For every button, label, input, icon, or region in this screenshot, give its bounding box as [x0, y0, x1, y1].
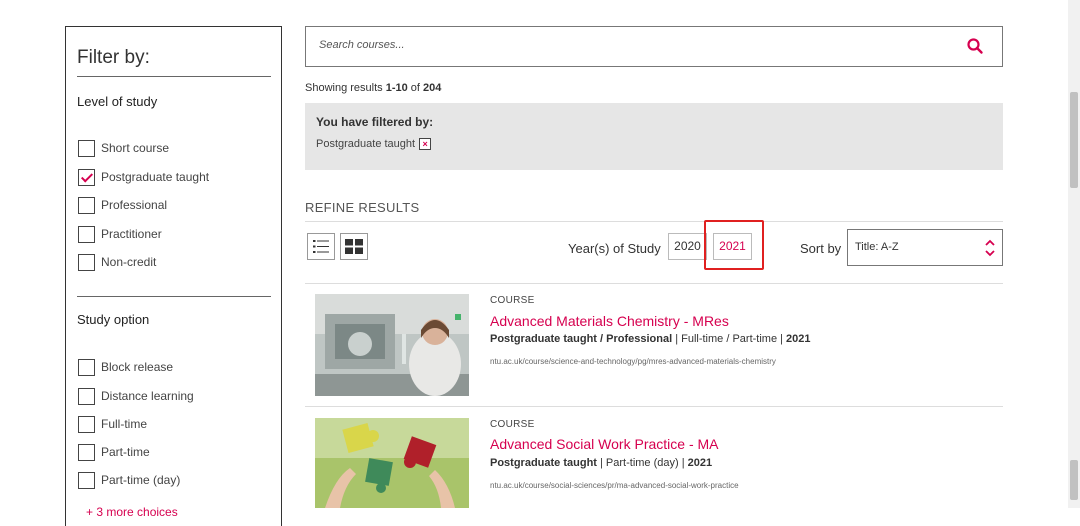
checkbox[interactable]	[78, 139, 95, 157]
filter-full-time[interactable]: Full-time	[78, 414, 147, 434]
results-of: of	[407, 82, 424, 94]
scrollbar-thumb[interactable]	[1070, 92, 1078, 188]
course-title-link[interactable]: Advanced Materials Chemistry - MRes	[490, 313, 729, 329]
checkbox[interactable]	[78, 387, 95, 405]
checkbox-label: Practitioner	[101, 227, 162, 241]
course-meta: Postgraduate taught | Part-time (day) | …	[490, 457, 712, 469]
filter-practitioner[interactable]: Practitioner	[78, 224, 162, 244]
sort-select[interactable]: Title: A-Z	[847, 229, 1003, 266]
remove-filter-icon[interactable]: ×	[419, 138, 432, 150]
grid-icon	[345, 239, 363, 254]
course-level: Postgraduate taught	[490, 457, 597, 469]
checkbox[interactable]	[78, 415, 95, 433]
year-2020-button[interactable]: 2020	[668, 233, 707, 260]
course-mode: | Part-time (day) |	[596, 457, 688, 469]
course-year: 2021	[786, 333, 811, 345]
filter-postgraduate-taught[interactable]: Postgraduate taught	[78, 167, 209, 187]
search-bar[interactable]	[305, 26, 1003, 67]
filter-short-course[interactable]: Short course	[78, 138, 169, 158]
results-prefix: Showing results	[305, 82, 386, 94]
active-filters-panel: You have filtered by: Postgraduate taugh…	[305, 103, 1003, 170]
course-type-label: COURSE	[490, 419, 535, 430]
checkbox-label: Block release	[101, 360, 174, 374]
checkbox[interactable]	[78, 225, 95, 243]
divider	[305, 283, 1003, 284]
checkbox[interactable]	[78, 253, 95, 271]
active-filter-chip: Postgraduate taught ×	[316, 138, 432, 150]
results-total: 204	[423, 82, 442, 94]
divider	[77, 296, 271, 297]
level-of-study-heading: Level of study	[77, 94, 158, 109]
search-icon[interactable]	[966, 37, 984, 55]
checkbox[interactable]	[78, 471, 95, 489]
checkbox-label: Distance learning	[101, 389, 194, 403]
list-view-button[interactable]	[307, 233, 335, 260]
filter-part-time[interactable]: Part-time	[78, 442, 150, 462]
active-filters-title: You have filtered by:	[316, 115, 434, 129]
divider	[305, 406, 1003, 407]
checkbox[interactable]	[78, 196, 95, 214]
study-option-heading: Study option	[77, 312, 150, 327]
checkbox-label: Non-credit	[101, 255, 157, 269]
refine-results-heading: REFINE RESULTS	[305, 200, 420, 215]
filter-distance-learning[interactable]: Distance learning	[78, 386, 194, 406]
filter-part-time-day[interactable]: Part-time (day)	[78, 470, 180, 490]
course-url[interactable]: ntu.ac.uk/course/social-sciences/pr/ma-a…	[490, 481, 739, 490]
checkbox-label: Short course	[101, 141, 170, 155]
filter-non-credit[interactable]: Non-credit	[78, 252, 156, 272]
puzzle-pieces-image	[315, 418, 469, 508]
list-icon	[313, 240, 329, 253]
course-mode: | Full-time / Part-time |	[672, 333, 787, 345]
course-meta: Postgraduate taught / Professional | Ful…	[490, 333, 811, 345]
checkbox-label: Postgraduate taught	[101, 170, 210, 184]
course-title-link[interactable]: Advanced Social Work Practice - MA	[490, 436, 719, 452]
course-type-label: COURSE	[490, 295, 535, 306]
course-url[interactable]: ntu.ac.uk/course/science-and-technology/…	[490, 357, 776, 366]
highlight-annotation	[704, 220, 764, 270]
chemistry-lab-image	[315, 294, 469, 396]
course-level: Postgraduate taught / Professional	[490, 333, 673, 345]
filter-block-release[interactable]: Block release	[78, 357, 173, 377]
checkbox-label: Professional	[101, 198, 168, 212]
course-thumbnail[interactable]	[315, 294, 469, 396]
checkbox[interactable]	[78, 358, 95, 376]
filter-title: Filter by:	[77, 47, 150, 68]
checkbox-label: Part-time (day)	[101, 473, 181, 487]
course-year: 2021	[687, 457, 713, 469]
checkbox-label: Full-time	[101, 417, 148, 431]
results-count: Showing results 1-10 of 204	[305, 82, 441, 94]
filter-sidebar: Filter by: Level of study Short course P…	[65, 26, 282, 526]
divider	[77, 76, 271, 77]
updown-chevron-icon	[985, 239, 995, 257]
course-thumbnail[interactable]	[315, 418, 469, 508]
checkbox-checked[interactable]	[78, 168, 95, 186]
grid-view-button[interactable]	[340, 233, 368, 260]
sort-by-label: Sort by	[800, 241, 842, 256]
scrollbar-thumb-secondary[interactable]	[1070, 460, 1078, 500]
checkbox[interactable]	[78, 443, 95, 461]
checkbox-label: Part-time	[101, 445, 150, 459]
page-scrollbar[interactable]	[1068, 0, 1080, 508]
filter-professional[interactable]: Professional	[78, 195, 167, 215]
year-of-study-label: Year(s) of Study	[568, 241, 661, 256]
search-input[interactable]	[317, 38, 921, 52]
divider	[305, 221, 1003, 222]
results-range: 1-10	[385, 82, 408, 94]
sort-selected-value: Title: A-Z	[855, 241, 899, 253]
active-filter-label: Postgraduate taught	[316, 138, 416, 150]
more-choices-link[interactable]: + 3 more choices	[86, 505, 178, 519]
